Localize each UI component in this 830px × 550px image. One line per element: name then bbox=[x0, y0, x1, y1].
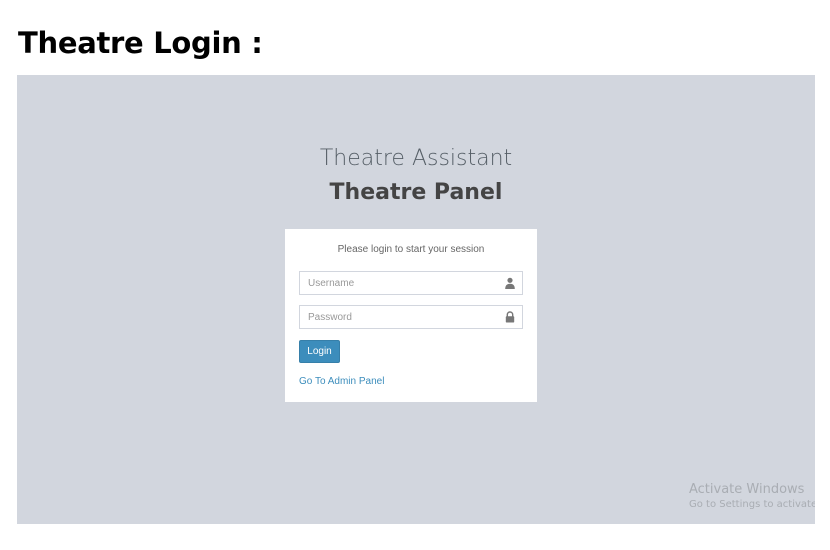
brand-subtitle: Theatre Assistant bbox=[319, 146, 513, 171]
login-page: Theatre Assistant Theatre Panel Please l… bbox=[17, 75, 815, 524]
user-icon bbox=[505, 277, 515, 289]
admin-panel-link[interactable]: Go To Admin Panel bbox=[299, 376, 384, 387]
password-field[interactable] bbox=[299, 305, 523, 329]
login-message: Please login to start your session bbox=[337, 244, 485, 255]
username-field[interactable] bbox=[299, 271, 523, 295]
brand-title: Theatre Panel bbox=[329, 180, 503, 205]
watermark-title: Activate Windows bbox=[689, 482, 805, 497]
login-box: Please login to start your session Login… bbox=[285, 229, 537, 402]
username-input[interactable] bbox=[300, 272, 522, 294]
login-button[interactable]: Login bbox=[299, 340, 340, 363]
password-input[interactable] bbox=[300, 306, 522, 328]
document-heading: Theatre Login : bbox=[18, 26, 263, 60]
watermark-subtitle: Go to Settings to activate Windows. bbox=[689, 499, 815, 510]
activate-windows-watermark: Activate Windows Go to Settings to activ… bbox=[689, 482, 815, 510]
lock-icon bbox=[505, 311, 515, 323]
